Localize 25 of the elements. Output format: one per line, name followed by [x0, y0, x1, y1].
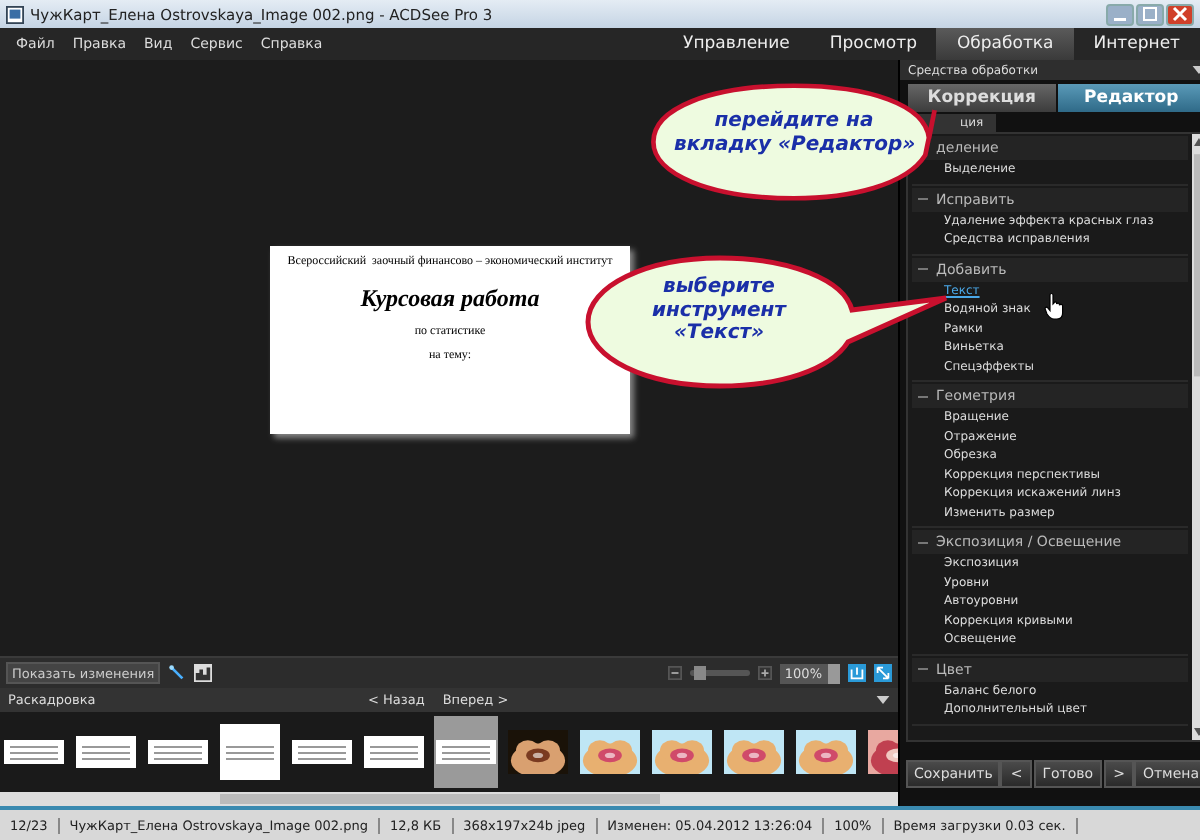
panel-tab[interactable]: Редактор	[1057, 84, 1200, 112]
close-icon	[1172, 6, 1188, 22]
scrollbar[interactable]	[0, 792, 898, 806]
fit-icon[interactable]	[848, 664, 866, 682]
callout-tooltip-text: выберите инструмент «Текст»	[650, 276, 789, 345]
slider-thumb[interactable]	[693, 666, 706, 680]
mode-tab[interactable]: Интернет	[1073, 28, 1200, 60]
callout-tooltip-text: перейдите на вкладку «Редактор»	[674, 110, 914, 156]
mode-tab[interactable]: Обработка	[936, 28, 1074, 60]
hand-cursor-icon	[1044, 292, 1064, 320]
mode-tab[interactable]: Управление	[663, 28, 810, 60]
close-button[interactable]	[1166, 3, 1194, 25]
zoom-in-icon[interactable]	[758, 666, 773, 680]
document-thumbnail[interactable]	[434, 716, 498, 788]
document-title: Курсовая работа	[360, 284, 540, 315]
maximize-icon	[1142, 6, 1158, 22]
histogram-icon[interactable]	[194, 664, 213, 682]
panel-tab[interactable]: Коррекция	[908, 84, 1056, 112]
dropdown-icon[interactable]	[876, 696, 890, 704]
app-icon	[6, 5, 24, 23]
zoom-slider[interactable]	[690, 670, 751, 676]
wand-icon[interactable]	[168, 664, 187, 682]
mode-tab[interactable]: Просмотр	[809, 28, 937, 60]
expand-icon[interactable]	[874, 664, 892, 682]
zoom-out-icon[interactable]	[668, 666, 683, 680]
